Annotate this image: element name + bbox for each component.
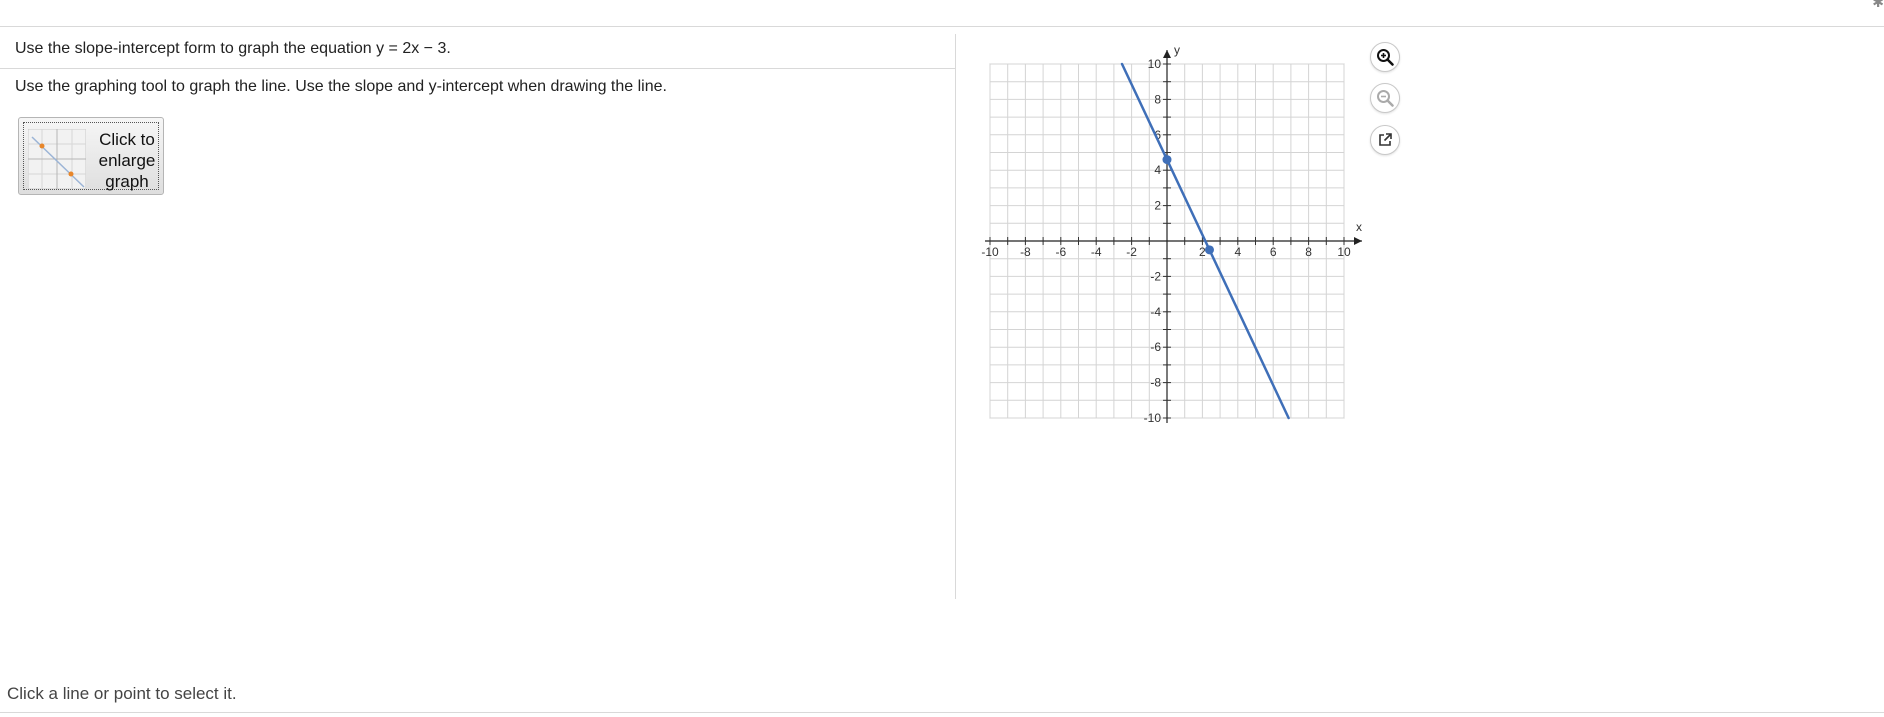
enlarge-button-label: Click to enlarge graph (98, 130, 156, 191)
x-tick-label: 6 (1270, 245, 1277, 259)
y-tick-label: -4 (1150, 305, 1161, 319)
zoom-out-button[interactable] (1370, 83, 1400, 113)
y-tick-label: 2 (1154, 199, 1161, 213)
x-tick-label: -10 (981, 245, 999, 259)
x-tick-label: -8 (1020, 245, 1031, 259)
gear-icon[interactable]: ✱ (1872, 0, 1884, 11)
y-tick-label: -2 (1150, 269, 1161, 283)
x-tick-label: -4 (1091, 245, 1102, 259)
x-tick-label: 2 (1199, 245, 1206, 259)
question-prompt: Use the slope-intercept form to graph th… (15, 40, 451, 57)
column-divider (955, 34, 956, 599)
external-link-icon (1379, 133, 1392, 146)
x-axis-arrow (1354, 237, 1362, 245)
zoom-in-button[interactable] (1370, 42, 1400, 72)
x-tick-label: 4 (1234, 245, 1241, 259)
y-tick-label: -8 (1150, 376, 1161, 390)
coordinate-graph[interactable]: -10 -8 -6 -4 -2 2 4 6 8 10108642-2-4-6-8-10 x y (975, 40, 1375, 435)
bottom-divider (0, 712, 1884, 713)
x-axis-label: x (1356, 220, 1362, 234)
x-tick-label: -6 (1055, 245, 1066, 259)
line-point-b[interactable] (1204, 245, 1214, 255)
enlarge-button-frame: Click to enlarge graph (23, 122, 159, 191)
x-tick-label: 10 (1337, 245, 1351, 259)
y-tick-label: 4 (1154, 163, 1161, 177)
status-message: Click a line or point to select it. (7, 684, 237, 703)
y-tick-label: 8 (1154, 92, 1161, 106)
enlarge-graph-button[interactable]: Click to enlarge graph (18, 117, 164, 195)
question-divider (0, 68, 955, 69)
y-tick-label: -10 (1144, 411, 1162, 425)
graph-thumbnail-icon (28, 129, 86, 189)
y-tick-label: 10 (1148, 57, 1162, 71)
zoom-in-icon (1377, 49, 1394, 66)
x-tick-label: -2 (1126, 245, 1137, 259)
line-point-a[interactable] (1162, 155, 1172, 165)
y-tick-label: -6 (1150, 340, 1161, 354)
top-divider (0, 26, 1884, 27)
popout-button[interactable] (1370, 125, 1400, 155)
y-axis-label: y (1174, 43, 1180, 57)
y-axis-arrow (1163, 50, 1171, 58)
instruction-text: Use the graphing tool to graph the line.… (15, 78, 667, 95)
x-tick-label: 8 (1305, 245, 1312, 259)
zoom-out-icon (1377, 90, 1394, 107)
